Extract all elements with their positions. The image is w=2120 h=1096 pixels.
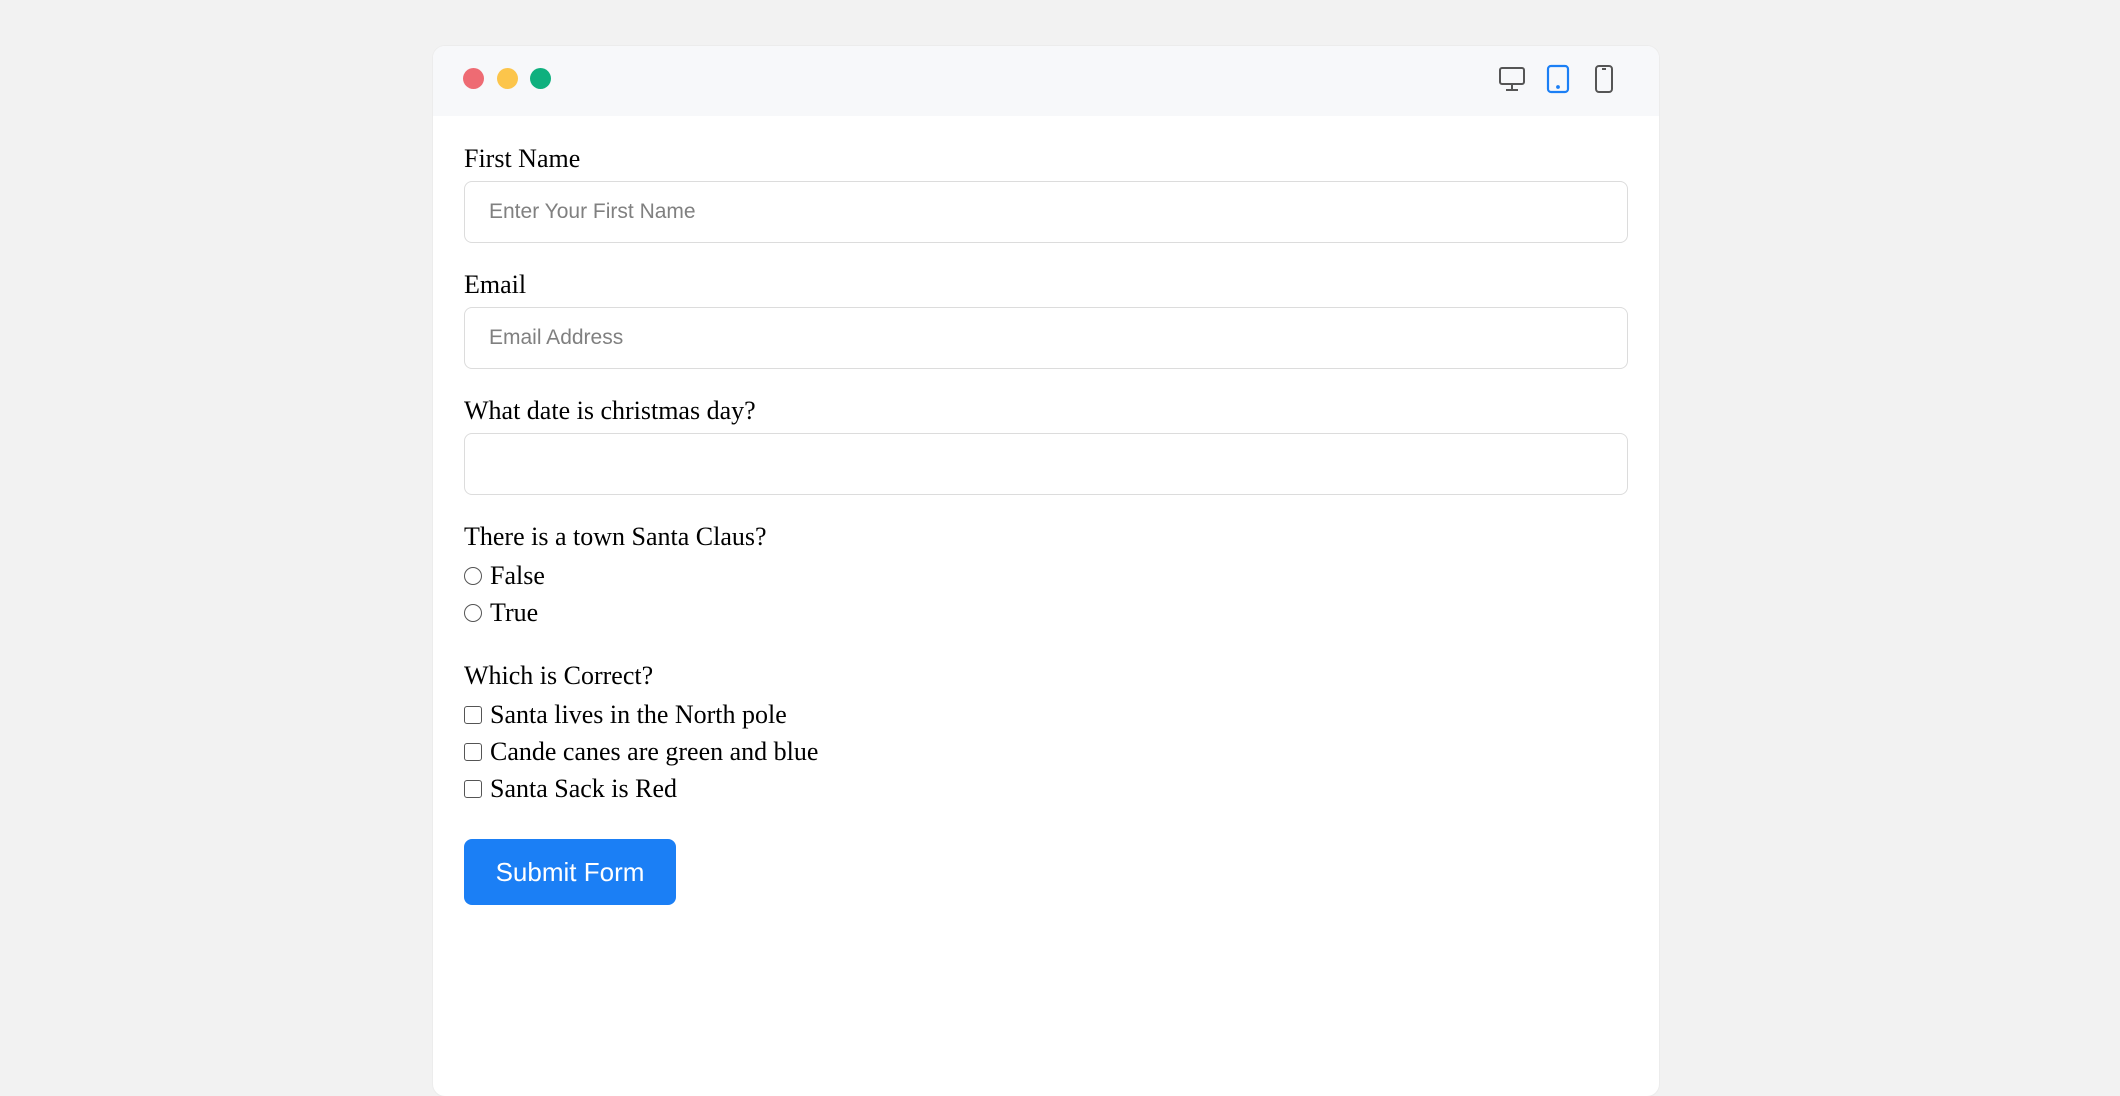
desktop-icon[interactable] [1497, 64, 1527, 94]
checkbox-option-north-pole[interactable]: Santa lives in the North pole [464, 696, 1628, 733]
first-name-field: First Name [464, 144, 1628, 243]
tablet-icon[interactable] [1543, 64, 1573, 94]
radio-option-false[interactable]: False [464, 557, 1628, 594]
mobile-icon[interactable] [1589, 64, 1619, 94]
checkbox[interactable] [464, 779, 482, 798]
device-toggle [1497, 64, 1619, 94]
first-name-input[interactable] [464, 181, 1628, 243]
email-label: Email [464, 270, 527, 299]
which-correct-question: Which is Correct? [464, 661, 654, 690]
radio-button[interactable] [464, 603, 482, 622]
email-input[interactable] [464, 307, 1628, 369]
checkbox-option-candy-canes[interactable]: Cande canes are green and blue [464, 733, 1628, 770]
checkbox[interactable] [464, 705, 482, 724]
radio-option-label: True [490, 597, 539, 627]
checkbox[interactable] [464, 742, 482, 761]
radio-option-label: False [490, 560, 545, 590]
christmas-date-input[interactable] [464, 433, 1628, 495]
checkbox-option-label: Cande canes are green and blue [490, 736, 819, 766]
checkbox-option-label: Santa lives in the North pole [490, 699, 787, 729]
radio-option-true[interactable]: True [464, 594, 1628, 631]
checkbox-option-label: Santa Sack is Red [490, 773, 678, 803]
santa-town-radio-group: There is a town Santa Claus? False True [464, 522, 1628, 631]
minimize-window-dot[interactable] [497, 68, 518, 89]
radio-button[interactable] [464, 566, 482, 585]
form-content: First Name Email What date is christmas … [433, 116, 1659, 905]
email-field: Email [464, 270, 1628, 369]
window-titlebar [433, 46, 1659, 116]
form-preview-window: First Name Email What date is christmas … [433, 46, 1659, 1096]
which-correct-checkbox-group: Which is Correct? Santa lives in the Nor… [464, 661, 1628, 807]
checkbox-option-santa-sack[interactable]: Santa Sack is Red [464, 770, 1628, 807]
santa-town-question: There is a town Santa Claus? [464, 522, 767, 551]
close-window-dot[interactable] [463, 68, 484, 89]
submit-form-button[interactable]: Submit Form [464, 839, 676, 905]
christmas-date-field: What date is christmas day? [464, 396, 1628, 495]
maximize-window-dot[interactable] [530, 68, 551, 89]
christmas-date-label: What date is christmas day? [464, 396, 756, 425]
first-name-label: First Name [464, 144, 581, 173]
